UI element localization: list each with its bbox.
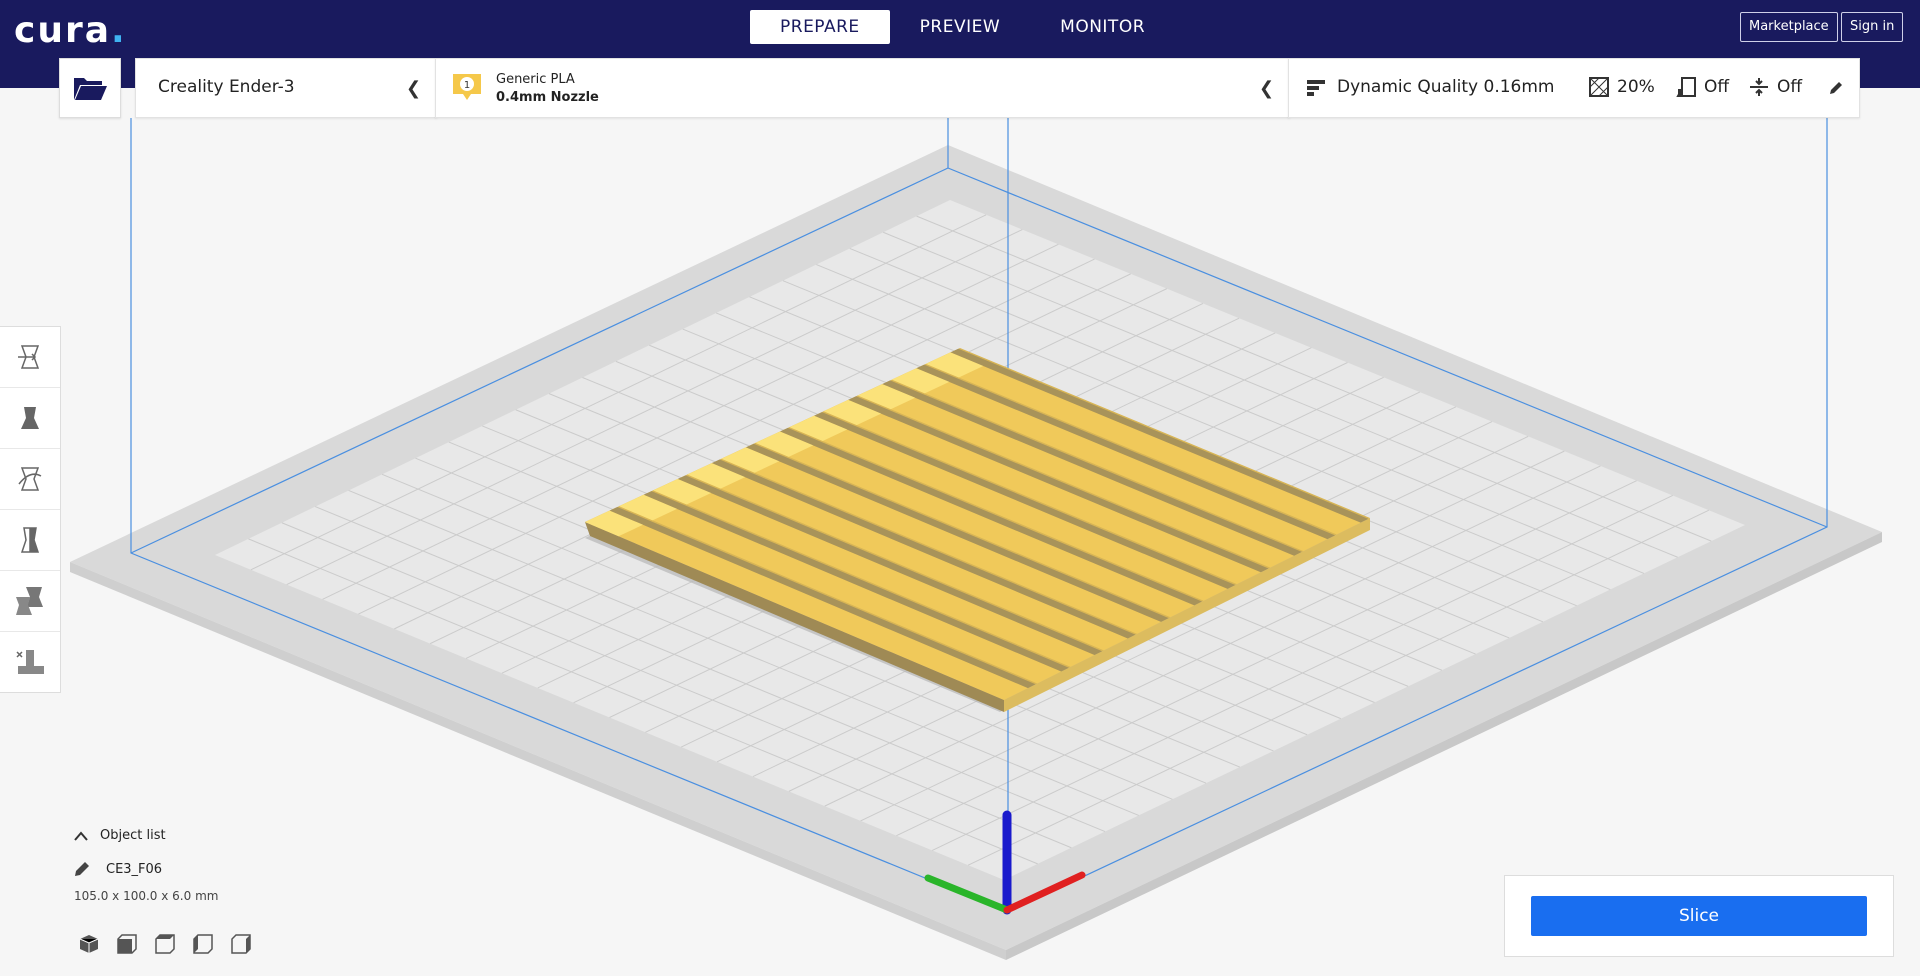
- support-setting: Off: [1676, 77, 1729, 97]
- slice-button[interactable]: Slice: [1531, 896, 1867, 936]
- support-blocker-icon: [16, 650, 44, 674]
- view-right-icon[interactable]: [230, 933, 252, 955]
- infill-value: 20%: [1617, 77, 1655, 97]
- printer-selector[interactable]: Creality Ender-3 ❮: [135, 58, 437, 118]
- object-list-panel: Object list CE3_F06 105.0 x 100.0 x 6.0 …: [74, 828, 218, 903]
- mirror-tool-button[interactable]: [0, 510, 60, 571]
- sign-in-button[interactable]: Sign in: [1841, 12, 1904, 42]
- object-dimensions: 105.0 x 100.0 x 6.0 mm: [74, 889, 219, 903]
- view-front-icon[interactable]: [116, 933, 138, 955]
- adhesion-icon: [1750, 78, 1768, 96]
- scale-tool-button[interactable]: [0, 388, 60, 449]
- infill-icon: [1589, 77, 1609, 97]
- folder-open-icon: [74, 78, 107, 100]
- tab-prepare[interactable]: PREPARE: [750, 10, 890, 44]
- material-selector[interactable]: 1 Generic PLA 0.4mm Nozzle ❮: [435, 58, 1290, 118]
- cura-logo: cura.: [14, 10, 127, 51]
- view-left-icon[interactable]: [192, 933, 214, 955]
- support-icon: [1676, 77, 1696, 97]
- scale-icon: [21, 407, 39, 429]
- chevron-up-icon: [74, 830, 88, 841]
- nozzle-size: 0.4mm Nozzle: [496, 90, 599, 105]
- tab-monitor[interactable]: MONITOR: [1030, 10, 1175, 44]
- view-top-icon[interactable]: [154, 933, 176, 955]
- per-model-settings-icon: [16, 587, 43, 615]
- pencil-icon[interactable]: [1829, 81, 1843, 95]
- move-tool-button[interactable]: [0, 327, 60, 388]
- stage-tabs: PREPARE PREVIEW MONITOR: [750, 10, 1175, 44]
- adhesion-value: Off: [1777, 77, 1803, 97]
- rotate-tool-button[interactable]: [0, 449, 60, 510]
- printer-name: Creality Ender-3: [158, 77, 295, 97]
- view-3d-icon[interactable]: [78, 933, 100, 955]
- extruder-number: 1: [464, 80, 470, 91]
- per-model-settings-button[interactable]: [0, 571, 60, 632]
- tool-bar: [0, 326, 61, 693]
- profile-icon: [1307, 80, 1325, 96]
- slice-panel: Slice: [1504, 875, 1894, 957]
- pencil-icon: [75, 862, 89, 876]
- chevron-left-icon: ❮: [406, 78, 422, 99]
- adhesion-setting: Off: [1749, 77, 1802, 97]
- move-icon: [18, 345, 40, 369]
- chevron-left-icon: ❮: [1259, 78, 1275, 99]
- support-blocker-button[interactable]: [0, 632, 60, 692]
- infill-setting: 20%: [1589, 77, 1655, 97]
- object-name-row[interactable]: CE3_F06: [74, 861, 218, 877]
- mirror-icon: [20, 527, 40, 553]
- open-file-button[interactable]: [59, 58, 121, 118]
- object-name: CE3_F06: [106, 861, 163, 877]
- support-value: Off: [1704, 77, 1730, 97]
- marketplace-button[interactable]: Marketplace: [1740, 12, 1838, 42]
- rotate-icon: [18, 467, 42, 491]
- object-list-toggle[interactable]: Object list: [74, 828, 218, 843]
- material-name: Generic PLA: [496, 72, 575, 87]
- tab-preview[interactable]: PREVIEW: [890, 10, 1031, 44]
- extruder-badge-icon: 1: [453, 74, 481, 100]
- print-settings-selector[interactable]: Dynamic Quality 0.16mm 20% Off Off: [1288, 58, 1860, 118]
- 3d-viewport[interactable]: [0, 0, 1920, 976]
- view-orientation-buttons: [78, 933, 252, 955]
- profile-name: Dynamic Quality 0.16mm: [1337, 77, 1555, 97]
- object-list-title: Object list: [100, 828, 166, 843]
